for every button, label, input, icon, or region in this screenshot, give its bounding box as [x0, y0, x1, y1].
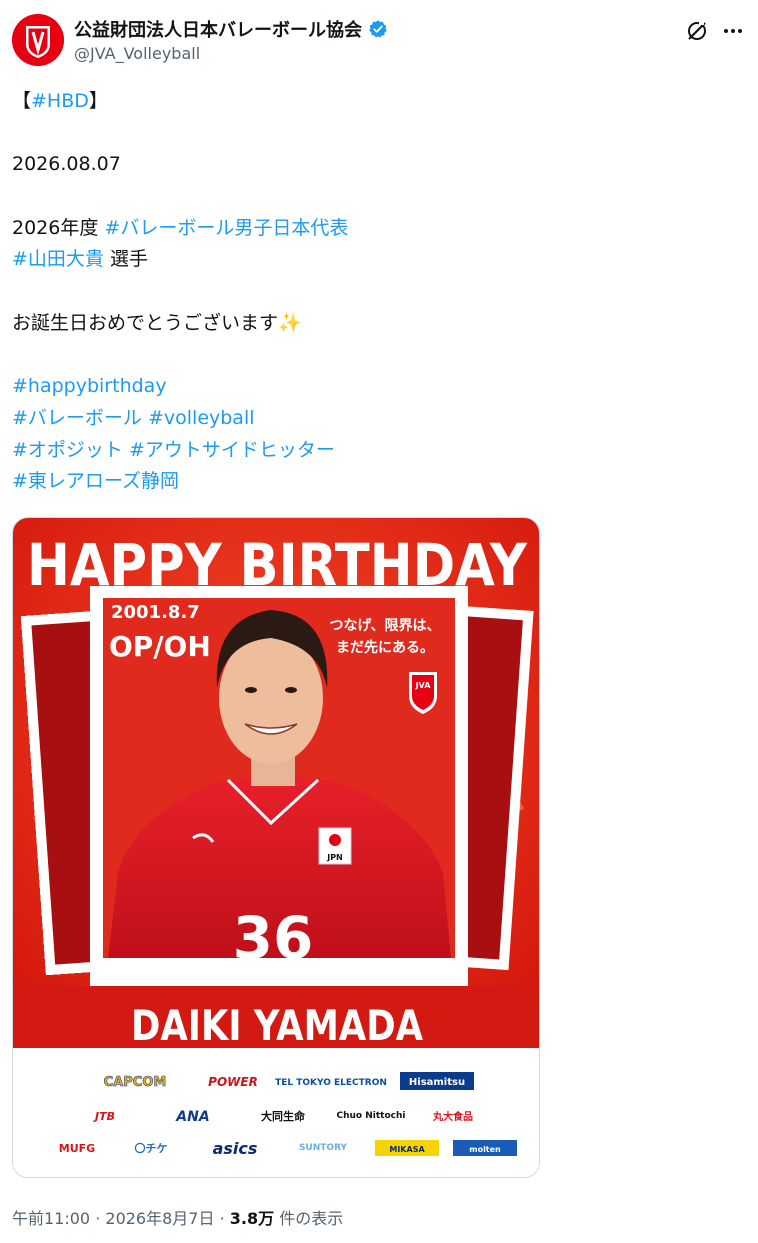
tweet-line-greeting: お誕生日おめでとうございます✨: [12, 308, 732, 340]
sponsor-power: POWER: [208, 1075, 258, 1089]
sparkles-icon: ✨: [278, 311, 302, 334]
sponsor-oticke: 〇チケ: [135, 1141, 168, 1155]
sponsor-chuo: Chuo Nittochi: [337, 1111, 406, 1121]
tweet-line-player: #山田大貴 選手: [12, 244, 732, 276]
sponsor-suntory: SUNTORY: [299, 1143, 348, 1153]
bracket-open: 【: [12, 90, 32, 112]
greeting-text: お誕生日おめでとうございます: [12, 311, 279, 334]
hashtag-volleyball-en[interactable]: #volleyball: [148, 407, 255, 429]
sponsor-asics: asics: [213, 1139, 258, 1158]
meta-separator: ·: [90, 1209, 106, 1228]
sponsor-tel: TEL TOKYO ELECTRON: [275, 1078, 387, 1088]
sponsor-molten: molten: [469, 1145, 501, 1154]
tweet-date: 2026.08.07: [12, 153, 121, 176]
tweet-time[interactable]: 午前11:00: [12, 1209, 90, 1228]
tweet-meta: 午前11:00 · 2026年8月7日 · 3.8万 件の表示: [12, 1205, 343, 1229]
player-name-text: DAIKI YAMADA: [131, 1001, 423, 1050]
slogan-line2: まだ先にある。: [336, 639, 434, 656]
avatar[interactable]: [12, 14, 64, 66]
tweet-line-happybirthday: #happybirthday: [12, 371, 732, 403]
tweet-line-club: #東レアローズ静岡: [12, 466, 732, 498]
view-count: 3.8万: [229, 1209, 275, 1228]
more-icon[interactable]: [720, 18, 746, 44]
verified-badge-icon: [369, 20, 387, 38]
grok-icon[interactable]: [684, 18, 710, 44]
jva-logo-icon: [12, 14, 64, 66]
jva-badge-text: JVA: [415, 681, 432, 690]
birthday-graphic: HAPPY BIRTHDAY JPN 36 2001.8.7 OP/OH つなげ…: [13, 518, 539, 1177]
player-suffix: 選手: [103, 248, 148, 271]
author-handle[interactable]: @JVA_Volleyball: [74, 44, 200, 63]
sponsor-mikasa: MIKASA: [389, 1145, 425, 1154]
tweet-header: 公益財団法人日本バレーボール協会 @JVA_Volleyball: [12, 14, 746, 68]
sponsor-capcom: CAPCOM: [104, 1075, 167, 1090]
hashtag-happybirthday[interactable]: #happybirthday: [12, 375, 167, 397]
hashtag-hbd[interactable]: #HBD: [31, 90, 89, 112]
tweet-line-volleyball: #バレーボール #volleyball: [12, 403, 732, 435]
tweet-line-hbd: 【#HBD】: [12, 86, 732, 118]
tweet-line-team: 2026年度 #バレーボール男子日本代表: [12, 213, 732, 245]
sponsor-hisamitsu: Hisamitsu: [409, 1077, 465, 1088]
hashtag-opposite[interactable]: #オポジット: [12, 439, 123, 461]
hashtag-club[interactable]: #東レアローズ静岡: [12, 470, 179, 492]
tweet-line-positions: #オポジット #アウトサイドヒッター: [12, 435, 732, 467]
hashtag-outside-hitter[interactable]: #アウトサイドヒッター: [129, 439, 335, 461]
sponsor-mufg: MUFG: [59, 1142, 95, 1155]
author-name-row: 公益財団法人日本バレーボール協会: [74, 16, 388, 42]
bracket-close: 】: [88, 90, 108, 112]
tweet-date-link[interactable]: 2026年8月7日: [105, 1209, 214, 1228]
slogan-line1: つなげ、限界は、: [329, 618, 440, 634]
tweet-text: 【#HBD】 2026.08.07 2026年度 #バレーボール男子日本代表 #…: [12, 86, 732, 498]
birthdate-text: 2001.8.7: [111, 602, 200, 623]
sponsor-ana: ANA: [175, 1109, 209, 1125]
season-text: 2026年度: [12, 216, 105, 239]
hashtag-volleyball-jp[interactable]: #バレーボール: [12, 407, 142, 429]
sponsor-daido: 大同生命: [261, 1109, 306, 1123]
jersey-country: JPN: [326, 853, 343, 862]
view-label: 件の表示: [274, 1209, 344, 1228]
position-text: OP/OH: [109, 630, 211, 663]
author-name[interactable]: 公益財団法人日本バレーボール協会: [74, 16, 362, 42]
tweet-image[interactable]: HAPPY BIRTHDAY JPN 36 2001.8.7 OP/OH つなげ…: [12, 517, 540, 1178]
hashtag-player[interactable]: #山田大貴: [12, 248, 104, 270]
sponsor-marudai: 丸大食品: [432, 1110, 473, 1123]
meta-separator: ·: [214, 1209, 230, 1228]
hashtag-national-team[interactable]: #バレーボール男子日本代表: [104, 217, 348, 239]
sponsor-jtb: JTB: [93, 1110, 115, 1123]
